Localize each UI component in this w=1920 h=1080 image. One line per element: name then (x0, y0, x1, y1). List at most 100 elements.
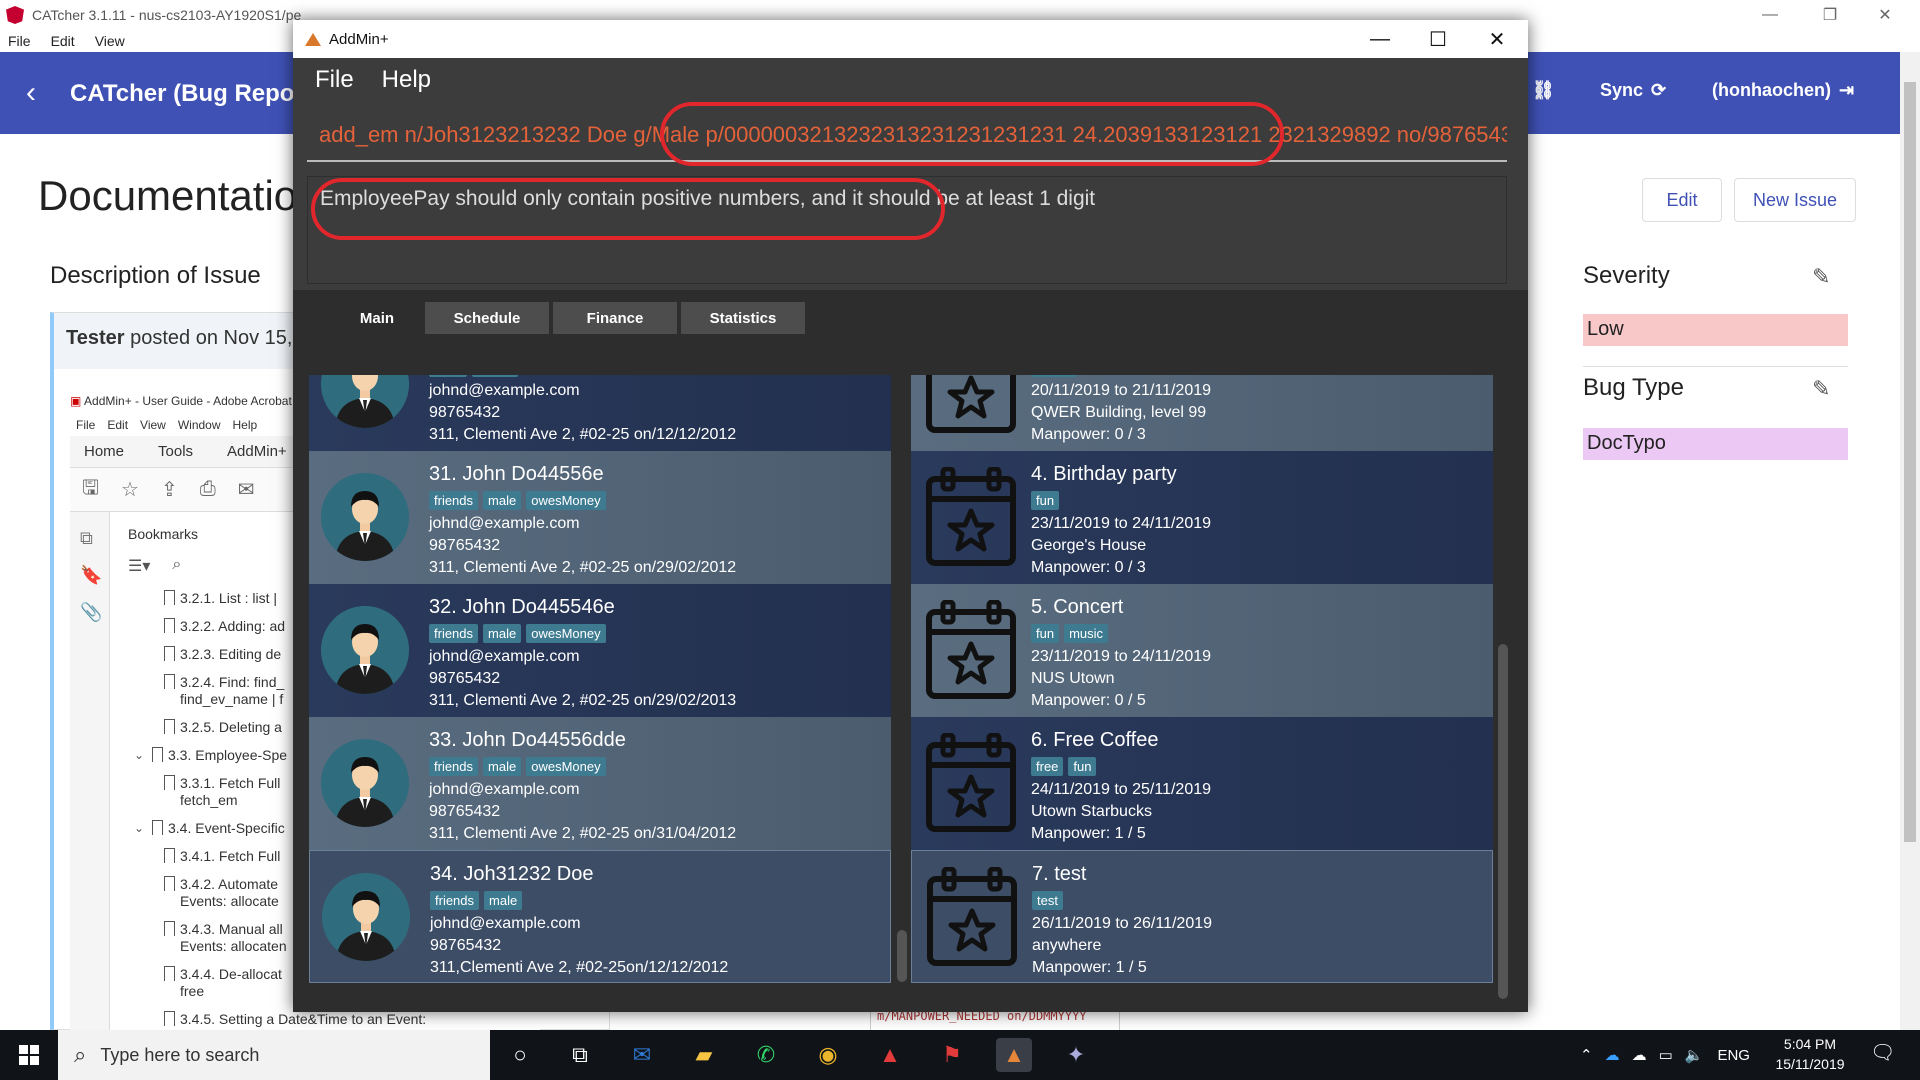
edit-severity-pencil-icon[interactable]: ✎ (1812, 264, 1830, 290)
edit-button[interactable]: Edit (1642, 178, 1722, 222)
event-venue: anywhere (1032, 937, 1102, 954)
event-manpower: Manpower: 1 / 5 (1031, 825, 1146, 842)
taskbar: ⌕ Type here to search ○ ⧉ ✉ ▰ ✆ ◉ ▲ ⚑ ▲ … (0, 1030, 1920, 1080)
menu-edit[interactable]: Edit (51, 33, 75, 49)
event-manpower: Manpower: 0 / 3 (1031, 559, 1146, 576)
event-card[interactable]: formal 20/11/2019 to 21/11/2019 QWER Build… (911, 375, 1493, 451)
date: 15/11/2019 (1775, 1056, 1845, 1072)
outlook-icon[interactable]: ✉ (624, 1038, 660, 1072)
employee-card[interactable]: 31. John Do44556e friends male owesMoney joh… (309, 451, 891, 584)
employee-list-scrollbar[interactable] (897, 930, 907, 982)
notification-icon[interactable]: 🗨 (1870, 1040, 1895, 1065)
chevron-down-icon[interactable]: ⌄ (134, 747, 144, 764)
page-scrollbar[interactable] (1900, 52, 1920, 1030)
event-dates: 24/11/2019 to 25/11/2019 (1031, 781, 1212, 798)
file-explorer-icon[interactable]: ▰ (686, 1038, 722, 1072)
maximize-icon[interactable]: ☐ (1409, 20, 1467, 58)
bookmark-sublabel: free (180, 983, 205, 999)
employee-card[interactable]: 34. Joh31232 Doe friends male johnd@example… (309, 850, 891, 983)
task-view-icon[interactable]: ⧉ (562, 1038, 598, 1072)
tag: male (483, 624, 522, 643)
event-icon (925, 732, 1017, 833)
tag-list: test (1032, 891, 1063, 910)
acrobat-icon[interactable]: ⚑ (934, 1038, 970, 1072)
clock[interactable]: 5:04 PM 15/11/2019 (1760, 1034, 1860, 1074)
event-list-scrollbar[interactable] (1498, 644, 1508, 999)
employee-card[interactable]: 33. John Do44556dde friends male owesMoney j… (309, 717, 891, 850)
pages-icon: ⧉ (80, 528, 93, 548)
acrobat-menu: File Edit View Window Help (76, 418, 257, 432)
bookmark-label: 3.3. Employee-Spe (168, 747, 288, 763)
event-venue: QWER Building, level 99 (1031, 404, 1207, 421)
tag: owesMoney (526, 757, 606, 776)
tray-up-arrow-icon[interactable]: ⌃ (1580, 1046, 1593, 1064)
sync-label: Sync (1600, 80, 1644, 100)
event-name: 5. Concert (1031, 596, 1124, 618)
edit-bug-type-pencil-icon[interactable]: ✎ (1812, 376, 1830, 402)
language-indicator[interactable]: ENG (1717, 1047, 1750, 1064)
sync-button[interactable]: Sync ⟳ (1600, 80, 1666, 101)
link-icon[interactable]: ⛓ (1532, 80, 1555, 101)
new-issue-button[interactable]: New Issue (1734, 178, 1856, 222)
avatar (321, 473, 409, 561)
bookmark-label: 3.4.3. Manual all (180, 921, 283, 937)
employee-name: 33. John Do44556dde (429, 729, 626, 751)
cortana-icon[interactable]: ○ (502, 1038, 538, 1072)
event-dates: 23/11/2019 to 24/11/2019 (1031, 515, 1212, 532)
tag: owesMoney (526, 491, 606, 510)
calendar-star-icon (927, 866, 1017, 966)
windows-start-icon[interactable] (0, 1030, 58, 1080)
close-icon[interactable]: ✕ (1855, 0, 1915, 30)
volume-icon[interactable]: 🔈 (1685, 1046, 1704, 1064)
minimize-icon[interactable]: — (1740, 0, 1800, 30)
user-logout-button[interactable]: (honhaochen) ⇥ (1712, 80, 1854, 101)
menu-help[interactable]: Help (382, 66, 431, 94)
battery-icon[interactable]: ▭ (1659, 1046, 1673, 1064)
tag-list: friends male owesMoney (429, 491, 606, 510)
event-manpower: Manpower: 0 / 3 (1031, 426, 1146, 443)
event-name: 6. Free Coffee (1031, 729, 1159, 751)
restore-icon[interactable]: ❐ (1800, 0, 1860, 30)
minimize-icon[interactable]: — (1351, 20, 1409, 58)
tab-finance[interactable]: Finance (553, 302, 677, 334)
annotation-oval (660, 102, 1284, 166)
employee-card[interactable]: 32. John Do445546e friends male owesMoney jo… (309, 584, 891, 717)
event-card[interactable]: 5. Concert fun music 23/11/2019 to 24/11/20… (911, 584, 1493, 717)
app-icon[interactable]: ✦ (1058, 1038, 1094, 1072)
taskbar-search[interactable]: ⌕ Type here to search (58, 1030, 490, 1080)
menu-file[interactable]: File (8, 33, 31, 49)
bookmark-sublabel: Events: allocate (180, 893, 279, 909)
acrobat-title: ▣ AddMin+ - User Guide - Adobe Acrobat (70, 394, 292, 408)
bookmark-item[interactable]: 3.4.5. Setting a Date&Time to an Event: (120, 1011, 540, 1028)
main-panels: male strong johnd@example.com 98765432 311, … (293, 344, 1528, 1012)
search-icon: ⌕ (74, 1042, 87, 1067)
back-arrow-icon[interactable]: ‹ (26, 76, 36, 110)
whatsapp-icon[interactable]: ✆ (748, 1038, 784, 1072)
chrome-icon[interactable]: ◉ (810, 1038, 846, 1072)
onedrive-icon[interactable]: ☁ (1605, 1046, 1620, 1064)
acrobat-tab: AddMin+ (227, 443, 287, 460)
close-icon[interactable]: ✕ (1468, 20, 1526, 58)
menu-view[interactable]: View (95, 33, 125, 49)
event-card[interactable]: 4. Birthday party fun 23/11/2019 to 24/11/… (911, 451, 1493, 584)
employee-card[interactable]: male strong johnd@example.com 98765432 311, … (309, 375, 891, 451)
employee-avatar-icon (322, 873, 410, 961)
tab-statistics[interactable]: Statistics (681, 302, 805, 334)
page-title: Documentatio (38, 172, 298, 219)
chevron-down-icon[interactable]: ⌄ (134, 820, 144, 837)
cloud-icon[interactable]: ☁ (1632, 1046, 1647, 1064)
event-card[interactable]: 7. test test 26/11/2019 to 26/11/2019 anywh… (911, 850, 1493, 983)
tab-main[interactable]: Main (315, 302, 439, 334)
event-dates: 23/11/2019 to 24/11/2019 (1031, 648, 1212, 665)
employee-address: 311, Clementi Ave 2, #02-25 on/29/02/201… (429, 692, 737, 709)
tab-schedule[interactable]: Schedule (425, 302, 549, 334)
menu-file[interactable]: File (315, 66, 354, 94)
addmin-taskbar-icon[interactable]: ▲ (996, 1038, 1032, 1072)
user-label: (honhaochen) (1712, 80, 1831, 100)
scrollbar-thumb[interactable] (1904, 82, 1916, 842)
angular-icon[interactable]: ▲ (872, 1038, 908, 1072)
tag: male (483, 491, 522, 510)
avatar (321, 606, 409, 694)
addmin-window-title: AddMin+ (329, 30, 389, 48)
event-card[interactable]: 6. Free Coffee free fun 24/11/2019 to 25/11… (911, 717, 1493, 850)
